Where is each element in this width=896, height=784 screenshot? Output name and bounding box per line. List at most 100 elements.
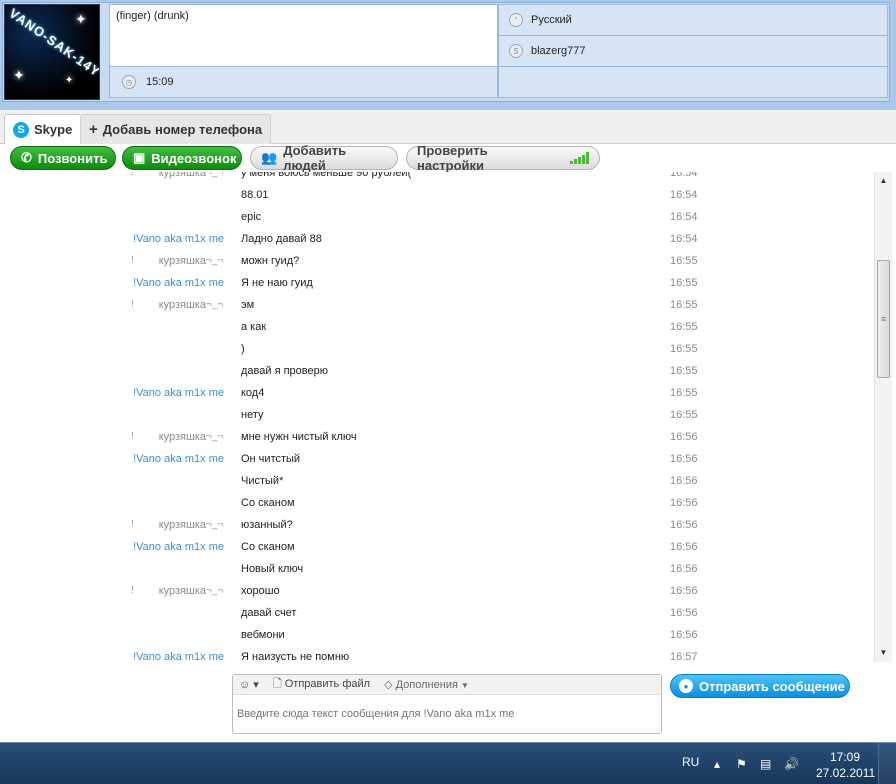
message-sender[interactable]: курзяшка: [159, 172, 206, 179]
message-sender[interactable]: курзяшка: [159, 431, 206, 443]
send-message-label: Отправить сообщение: [699, 678, 845, 694]
message-text: Со сканом: [241, 497, 295, 509]
call-toolbar: ✆ Позвонить ▣ Видеозвонок 👥 Добавить люд…: [0, 143, 896, 173]
add-people-button[interactable]: 👥 Добавить людей: [250, 143, 398, 173]
message-timestamp: 16:57: [670, 651, 698, 662]
chat-message-row[interactable]: ! курзяшка ¬_¬ юзанный? 16:56: [0, 519, 874, 541]
scroll-up-arrow-icon[interactable]: ▲: [875, 176, 892, 190]
flag-icon[interactable]: ⚑: [736, 757, 747, 771]
network-icon[interactable]: ▤: [760, 757, 771, 771]
message-timestamp: 16:55: [670, 409, 698, 421]
chat-scrollbar[interactable]: ▲ ≡ ▼: [874, 172, 892, 662]
chat-message-row[interactable]: ! курзяшка ¬_¬ хорошо 16:56: [0, 585, 874, 607]
unread-marker-icon: !: [131, 255, 134, 266]
chat-message-row[interactable]: ! курзяшка ¬_¬ у меня воюсь меньше 90 рубле…: [0, 172, 874, 189]
unread-marker-icon: !: [131, 585, 134, 596]
message-timestamp: 16:56: [670, 585, 698, 597]
chat-message-row[interactable]: Чистый* 16:56: [0, 475, 874, 497]
chat-message-row[interactable]: !Vano aka m1x me Ладно давай 88 16:54: [0, 233, 874, 255]
sparkle-icon: ✦: [65, 75, 74, 86]
message-text: давай счет: [241, 607, 297, 619]
plus-icon: +: [89, 121, 98, 138]
chevron-up-icon[interactable]: ▴: [714, 757, 720, 771]
tab-strip: S Skype + Добавь номер телефона: [0, 110, 896, 144]
chat-message-row[interactable]: 88.01 16:54: [0, 189, 874, 211]
chat-message-row[interactable]: ! курзяшка ¬_¬ эм 16:55: [0, 299, 874, 321]
message-text: хорошо: [241, 585, 280, 597]
emoticon-icon: ¬_¬: [206, 172, 224, 178]
message-sender[interactable]: !Vano aka m1x me: [133, 541, 224, 553]
chat-bubble-icon: ●: [679, 679, 693, 693]
chat-message-row[interactable]: !Vano aka m1x me Со сканом 16:56: [0, 541, 874, 563]
message-timestamp: 16:55: [670, 387, 698, 399]
chat-message-row[interactable]: !Vano aka m1x me Он читстый 16:56: [0, 453, 874, 475]
emoticon-icon: ¬_¬: [206, 519, 224, 530]
message-text: давай я проверю: [241, 365, 328, 377]
chat-message-row[interactable]: !Vano aka m1x me Я наизусть не помню 16:57: [0, 651, 874, 662]
message-text: мне нужн чистый ключ: [241, 431, 357, 443]
tab-skype[interactable]: S Skype: [4, 114, 82, 144]
message-text: Новый ключ: [241, 563, 304, 575]
message-timestamp: 16:55: [670, 343, 698, 355]
clock-time[interactable]: 17:09: [830, 750, 860, 764]
chat-message-row[interactable]: ! курзяшка ¬_¬ мне нужн чистый ключ 16:56: [0, 431, 874, 453]
extras-button[interactable]: ◇ Дополнения ▼: [384, 678, 469, 691]
message-sender[interactable]: !Vano aka m1x me: [133, 453, 224, 465]
avatar[interactable]: ✦ ✦ ✦ VANO-SAK-14Y: [4, 4, 100, 100]
message-timestamp: 16:54: [670, 172, 698, 179]
scroll-thumb[interactable]: ≡: [877, 260, 890, 378]
message-timestamp: 16:56: [670, 563, 698, 575]
chat-message-row[interactable]: вебмони 16:56: [0, 629, 874, 651]
call-button[interactable]: ✆ Позвонить: [10, 146, 116, 170]
message-timestamp: 16:54: [670, 211, 698, 223]
scroll-down-arrow-icon[interactable]: ▼: [875, 648, 892, 662]
message-timestamp: 16:54: [670, 189, 698, 201]
message-text: можн гуид?: [241, 255, 300, 267]
chat-message-row[interactable]: epic 16:54: [0, 211, 874, 233]
message-timestamp: 16:56: [670, 629, 698, 641]
windows-taskbar: RU ▴ ⚑ ▤ 🔊 17:09 27.02.2011: [0, 742, 896, 784]
send-file-button[interactable]: 🗋 Отправить файл: [273, 675, 370, 694]
chat-message-row[interactable]: Новый ключ 16:56: [0, 563, 874, 585]
message-sender[interactable]: курзяшка: [159, 255, 206, 267]
sparkle-icon: ✦: [13, 67, 25, 83]
mood-message[interactable]: (finger) (drunk): [109, 4, 498, 67]
chat-history[interactable]: ! курзяшка ¬_¬ у меня воюсь меньше 90 рубле…: [0, 172, 874, 662]
message-sender[interactable]: курзяшка: [159, 585, 206, 597]
clock-date[interactable]: 27.02.2011: [816, 766, 875, 780]
signal-strength-icon: [570, 152, 589, 164]
chat-message-row[interactable]: !Vano aka m1x me Я не наю гуид 16:55: [0, 277, 874, 299]
send-message-button[interactable]: ● Отправить сообщение: [670, 674, 850, 698]
chat-message-row[interactable]: Со сканом 16:56: [0, 497, 874, 519]
message-sender[interactable]: курзяшка: [159, 299, 206, 311]
emoticon-picker[interactable]: ☺ ▾: [239, 678, 259, 691]
message-sender[interactable]: !Vano aka m1x me: [133, 651, 224, 662]
phone-icon: ✆: [21, 150, 32, 165]
chat-message-row[interactable]: !Vano aka m1x me код4 16:55: [0, 387, 874, 409]
message-sender[interactable]: !Vano aka m1x me: [133, 233, 224, 245]
language-value: Русский: [531, 14, 572, 26]
emoticon-icon: ¬_¬: [206, 585, 224, 596]
message-input[interactable]: [237, 699, 657, 729]
skype-name-field: S blazerg777: [498, 36, 888, 67]
chevron-down-icon: ▼: [460, 681, 469, 690]
message-timestamp: 16:56: [670, 475, 698, 487]
chat-message-row[interactable]: а как 16:55: [0, 321, 874, 343]
chat-message-row[interactable]: давай я проверю 16:55: [0, 365, 874, 387]
video-call-label: Видеозвонок: [151, 150, 237, 166]
keyboard-language-indicator[interactable]: RU: [682, 755, 699, 769]
check-settings-button[interactable]: Проверить настройки: [406, 143, 600, 173]
chat-message-row[interactable]: ! курзяшка ¬_¬ можн гуид? 16:55: [0, 255, 874, 277]
message-timestamp: 16:56: [670, 541, 698, 553]
message-sender[interactable]: курзяшка: [159, 519, 206, 531]
chat-message-row[interactable]: нету 16:55: [0, 409, 874, 431]
chat-message-row[interactable]: ) 16:55: [0, 343, 874, 365]
chat-message-row[interactable]: давай счет 16:56: [0, 607, 874, 629]
tab-add-phone[interactable]: + Добавь номер телефона: [80, 114, 272, 144]
volume-icon[interactable]: 🔊: [784, 757, 799, 771]
message-sender[interactable]: !Vano aka m1x me: [133, 387, 224, 399]
message-text: код4: [241, 387, 265, 399]
show-desktop-button[interactable]: [878, 743, 896, 784]
video-call-button[interactable]: ▣ Видеозвонок: [122, 146, 242, 170]
message-sender[interactable]: !Vano aka m1x me: [133, 277, 224, 289]
